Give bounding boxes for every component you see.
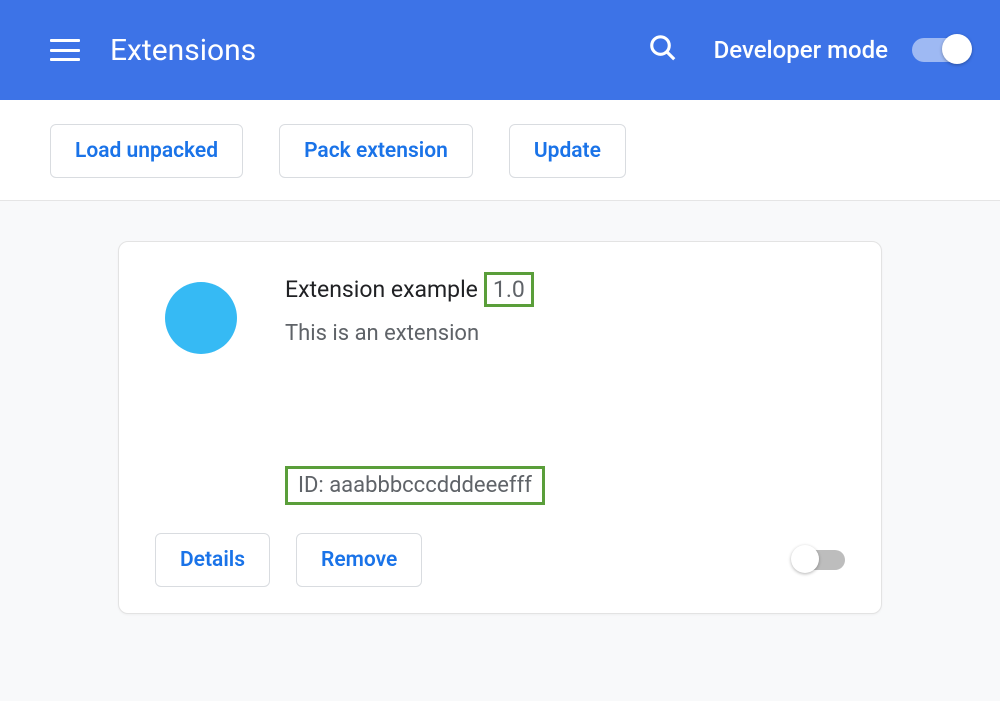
header-bar: Extensions Developer mode — [0, 0, 1000, 100]
load-unpacked-button[interactable]: Load unpacked — [50, 124, 243, 178]
extension-description: This is an extension — [285, 321, 845, 346]
developer-mode-label: Developer mode — [714, 36, 888, 64]
search-icon[interactable] — [648, 33, 678, 67]
content-area: Extension example 1.0 This is an extensi… — [0, 201, 1000, 701]
menu-icon[interactable] — [50, 39, 80, 61]
extension-enable-toggle[interactable] — [795, 550, 845, 570]
extension-name: Extension example — [285, 276, 478, 303]
pack-extension-button[interactable]: Pack extension — [279, 124, 473, 178]
extension-card: Extension example 1.0 This is an extensi… — [118, 241, 882, 614]
page-title: Extensions — [110, 33, 648, 68]
details-button[interactable]: Details — [155, 533, 270, 587]
developer-mode-toggle[interactable] — [912, 38, 970, 62]
extension-title-row: Extension example 1.0 — [285, 272, 845, 307]
developer-toolbar: Load unpacked Pack extension Update — [0, 100, 1000, 201]
extension-icon — [165, 282, 237, 354]
extension-id: ID: aaabbbcccdddeeefff — [285, 466, 545, 505]
remove-button[interactable]: Remove — [296, 533, 422, 587]
extension-version: 1.0 — [484, 272, 534, 307]
update-button[interactable]: Update — [509, 124, 626, 178]
